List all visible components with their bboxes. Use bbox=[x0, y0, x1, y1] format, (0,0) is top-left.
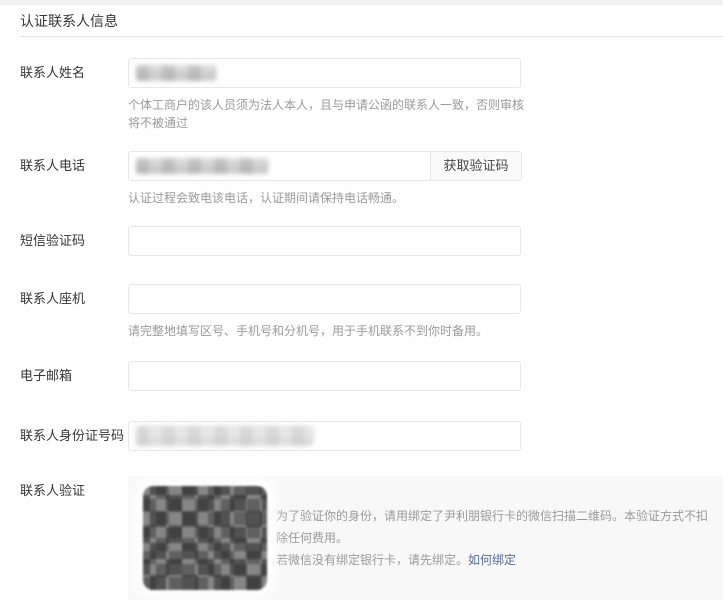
sms-code-input[interactable] bbox=[128, 226, 521, 256]
contact-phone-label: 联系人电话 bbox=[20, 158, 86, 173]
form-row-email: 电子邮箱 bbox=[20, 361, 723, 391]
qr-code-redacted bbox=[143, 486, 267, 590]
form-row-contact-phone: 联系人电话 获取验证码 认证过程会致电该电话，认证期间请保持电话畅通。 bbox=[20, 151, 723, 207]
id-number-input[interactable] bbox=[128, 421, 521, 451]
landline-help: 请完整地填写区号、手机号和分机号，用于手机联系不到你时备用。 bbox=[128, 324, 489, 338]
contact-phone-help: 认证过程会致电该电话，认证期间请保持电话畅通。 bbox=[128, 191, 405, 205]
contact-phone-input[interactable] bbox=[128, 151, 431, 181]
contact-name-label: 联系人姓名 bbox=[20, 65, 86, 80]
verification-instructions: 为了验证你的身份，请用绑定了尹利朋银行卡的微信扫描二维码。本验证方式不扣除任何费… bbox=[276, 505, 723, 571]
contact-verification-label: 联系人验证 bbox=[20, 483, 86, 498]
section-header: 认证联系人信息 bbox=[20, 5, 723, 37]
id-number-label: 联系人身份证号码 bbox=[20, 428, 125, 443]
landline-label: 联系人座机 bbox=[20, 291, 86, 306]
form-row-sms-code: 短信验证码 bbox=[20, 226, 723, 256]
verification-instructions-line2: 若微信没有绑定银行卡，请先绑定。如何绑定 bbox=[276, 553, 517, 567]
form-row-landline: 联系人座机 请完整地填写区号、手机号和分机号，用于手机联系不到你时备用。 bbox=[20, 284, 723, 340]
verification-instructions-line1: 为了验证你的身份，请用绑定了尹利朋银行卡的微信扫描二维码。本验证方式不扣除任何费… bbox=[276, 509, 709, 545]
how-to-bind-link[interactable]: 如何绑定 bbox=[468, 553, 516, 567]
form-row-id-number: 联系人身份证号码 bbox=[20, 421, 723, 451]
email-label: 电子邮箱 bbox=[20, 368, 73, 383]
verification-panel: 为了验证你的身份，请用绑定了尹利朋银行卡的微信扫描二维码。本验证方式不扣除任何费… bbox=[128, 476, 723, 600]
contact-name-input[interactable] bbox=[128, 58, 521, 88]
contact-name-help: 个体工商户的该人员须为法人本人，且与申请公函的联系人一致，否则审核将不被通过 bbox=[128, 98, 525, 130]
form-row-contact-verification: 联系人验证 为了验证你的身份，请用绑定了尹利朋银行卡的微信扫描二维码。本验证方式… bbox=[20, 476, 723, 600]
contact-info-form: 联系人姓名 个体工商户的该人员须为法人本人，且与申请公函的联系人一致，否则审核将… bbox=[20, 58, 723, 600]
get-verification-code-button[interactable]: 获取验证码 bbox=[430, 151, 522, 181]
landline-input[interactable] bbox=[128, 284, 521, 314]
form-row-contact-name: 联系人姓名 个体工商户的该人员须为法人本人，且与申请公函的联系人一致，否则审核将… bbox=[20, 58, 723, 132]
sms-code-label: 短信验证码 bbox=[20, 233, 86, 248]
section-title: 认证联系人信息 bbox=[20, 13, 118, 29]
email-input[interactable] bbox=[128, 361, 521, 391]
